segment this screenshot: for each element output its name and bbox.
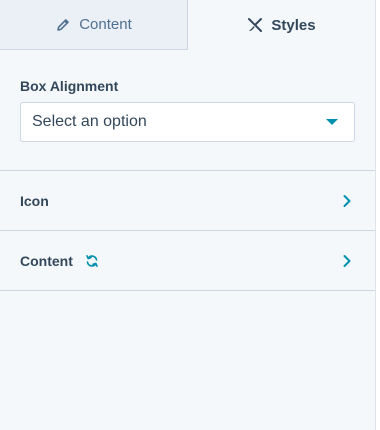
tab-styles[interactable]: Styles bbox=[188, 0, 375, 50]
accordion-icon[interactable]: Icon bbox=[0, 171, 375, 231]
panel-tabs: Content Styles bbox=[0, 0, 375, 50]
accordion-content-label: Content bbox=[20, 252, 73, 269]
accordion-icon-label: Icon bbox=[20, 192, 49, 209]
brush-ruler-icon bbox=[247, 17, 263, 33]
caret-down-icon bbox=[326, 119, 338, 125]
box-alignment-select-value: Select an option bbox=[32, 113, 147, 130]
box-alignment-select[interactable]: Select an option bbox=[20, 102, 355, 142]
accordion-content[interactable]: Content bbox=[0, 231, 375, 291]
chevron-right-icon bbox=[341, 194, 353, 208]
pencil-icon bbox=[55, 17, 71, 33]
style-panel: Content Styles Box Alignment Select an o… bbox=[0, 0, 376, 430]
box-alignment-section: Box Alignment Select an option bbox=[0, 50, 375, 171]
tab-styles-label: Styles bbox=[271, 16, 316, 34]
chevron-right-icon bbox=[341, 254, 353, 268]
box-alignment-label: Box Alignment bbox=[20, 78, 119, 94]
tab-content-label: Content bbox=[79, 16, 132, 33]
tab-content[interactable]: Content bbox=[0, 0, 188, 50]
sync-icon bbox=[85, 254, 99, 268]
